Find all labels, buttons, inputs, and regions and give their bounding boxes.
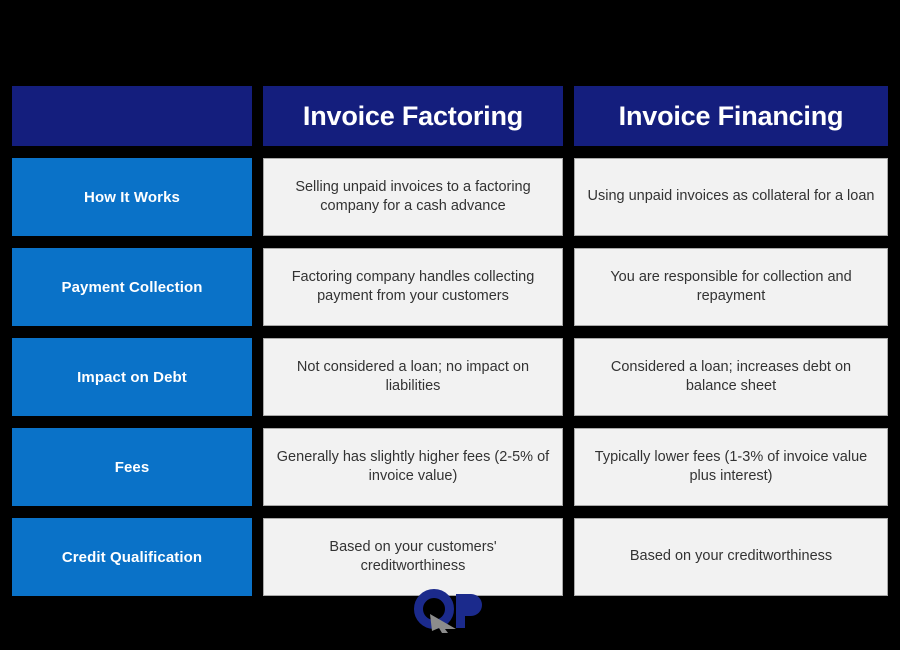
cell-text: Based on your customers' creditworthines… bbox=[329, 538, 497, 574]
cell-text: Generally has slightly higher fees (2-5%… bbox=[276, 448, 550, 484]
row-label-impact-on-debt: Impact on Debt bbox=[12, 338, 252, 416]
table-row: How It Works Selling unpaid invoices to … bbox=[12, 158, 888, 236]
cell-text: Factoring company handles collecting pay… bbox=[291, 268, 535, 304]
cell-fees-factoring: Generally has slightly higher fees (2-5%… bbox=[263, 428, 563, 506]
table-row: Credit Qualification Based on your custo… bbox=[12, 518, 888, 596]
cell-credit-qualification-financing: Based on your creditworthiness bbox=[574, 518, 888, 596]
cell-impact-on-debt-factoring: Not considered a loan; no impact on liab… bbox=[263, 338, 563, 416]
table-row: Payment Collection Factoring company han… bbox=[12, 248, 888, 326]
comparison-infographic: Invoice Factoring Invoice Financing How … bbox=[0, 0, 900, 650]
row-label-payment-collection: Payment Collection bbox=[12, 248, 252, 326]
cell-text: Typically lower fees (1-3% of invoice va… bbox=[594, 448, 868, 484]
cell-text: Considered a loan; increases debt on bal… bbox=[610, 358, 852, 394]
logo-letter-p-bowl bbox=[461, 594, 482, 616]
cell-payment-collection-factoring: Factoring company handles collecting pay… bbox=[263, 248, 563, 326]
table-header-row: Invoice Factoring Invoice Financing bbox=[12, 86, 888, 146]
cell-credit-qualification-factoring: Based on your customers' creditworthines… bbox=[263, 518, 563, 596]
column-header-invoice-financing: Invoice Financing bbox=[574, 86, 888, 146]
cell-text: Using unpaid invoices as collateral for … bbox=[587, 188, 875, 205]
cell-text: Not considered a loan; no impact on liab… bbox=[296, 358, 530, 394]
cell-text: Based on your creditworthiness bbox=[629, 548, 833, 565]
cell-fees-financing: Typically lower fees (1-3% of invoice va… bbox=[574, 428, 888, 506]
cell-payment-collection-financing: You are responsible for collection and r… bbox=[574, 248, 888, 326]
cell-how-it-works-factoring: Selling unpaid invoices to a factoring c… bbox=[263, 158, 563, 236]
row-label-fees: Fees bbox=[12, 428, 252, 506]
row-label-how-it-works: How It Works bbox=[12, 158, 252, 236]
table-row: Fees Generally has slightly higher fees … bbox=[12, 428, 888, 506]
qp-logo bbox=[0, 586, 900, 636]
table-row: Impact on Debt Not considered a loan; no… bbox=[12, 338, 888, 416]
cell-impact-on-debt-financing: Considered a loan; increases debt on bal… bbox=[574, 338, 888, 416]
qp-logo-icon bbox=[414, 589, 482, 633]
table-corner-cell bbox=[12, 86, 252, 146]
cell-text: You are responsible for collection and r… bbox=[610, 268, 852, 304]
row-label-credit-qualification: Credit Qualification bbox=[12, 518, 252, 596]
comparison-table: Invoice Factoring Invoice Financing How … bbox=[12, 86, 888, 596]
column-header-invoice-factoring: Invoice Factoring bbox=[263, 86, 563, 146]
cell-how-it-works-financing: Using unpaid invoices as collateral for … bbox=[574, 158, 888, 236]
cell-text: Selling unpaid invoices to a factoring c… bbox=[295, 178, 531, 214]
